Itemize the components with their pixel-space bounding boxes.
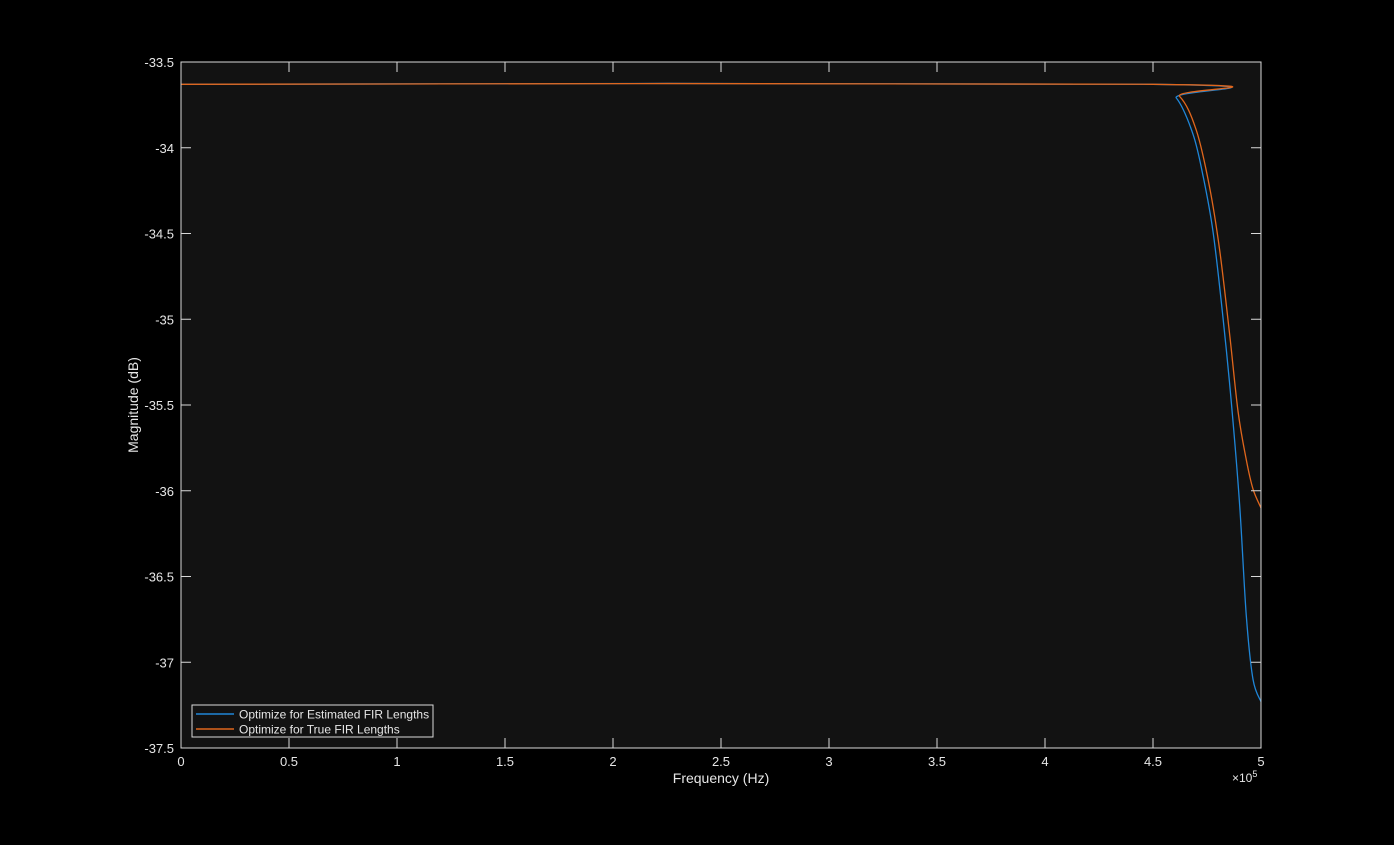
x-tick-label: 1: [393, 754, 400, 769]
x-tick-label: 3.5: [928, 754, 946, 769]
legend[interactable]: Optimize for Estimated FIR Lengths Optim…: [191, 704, 434, 738]
x-tick-label: 4.5: [1144, 754, 1162, 769]
y-tick-label: -37.5: [144, 741, 174, 756]
x-tick-label: 4: [1041, 754, 1048, 769]
y-tick-label: -33.5: [144, 55, 174, 70]
magnitude-response-chart: 0 0.5 1 1.5 2 2.5 3 3.5 4 4.5 5 -33.5 -34 -34.5 -35 -35…: [125, 55, 1265, 786]
y-axis-label: Magnitude (dB): [125, 357, 141, 453]
x-tick-label: 1.5: [496, 754, 514, 769]
y-tick-label: -36: [155, 484, 174, 499]
x-axis-label: Frequency (Hz): [673, 770, 769, 786]
x-tick-label: 2.5: [712, 754, 730, 769]
y-tick-label: -36.5: [144, 570, 174, 585]
x-tick-label: 0: [177, 754, 184, 769]
y-tick-label: -35.5: [144, 398, 174, 413]
y-tick-label: -34.5: [144, 227, 174, 242]
y-tick-label: -35: [155, 312, 174, 327]
x-tick-label: 5: [1257, 754, 1264, 769]
legend-label-estimated: Optimize for Estimated FIR Lengths: [239, 708, 429, 722]
x-tick-label: 3: [825, 754, 832, 769]
y-tick-label: -37: [155, 655, 174, 670]
x-tick-label: 0.5: [280, 754, 298, 769]
axes-background: [181, 62, 1261, 748]
y-tick-label: -34: [155, 141, 174, 156]
x-tick-label: 2: [609, 754, 616, 769]
x-exponent-label: ×105: [1232, 769, 1257, 785]
legend-label-true: Optimize for True FIR Lengths: [239, 723, 400, 737]
